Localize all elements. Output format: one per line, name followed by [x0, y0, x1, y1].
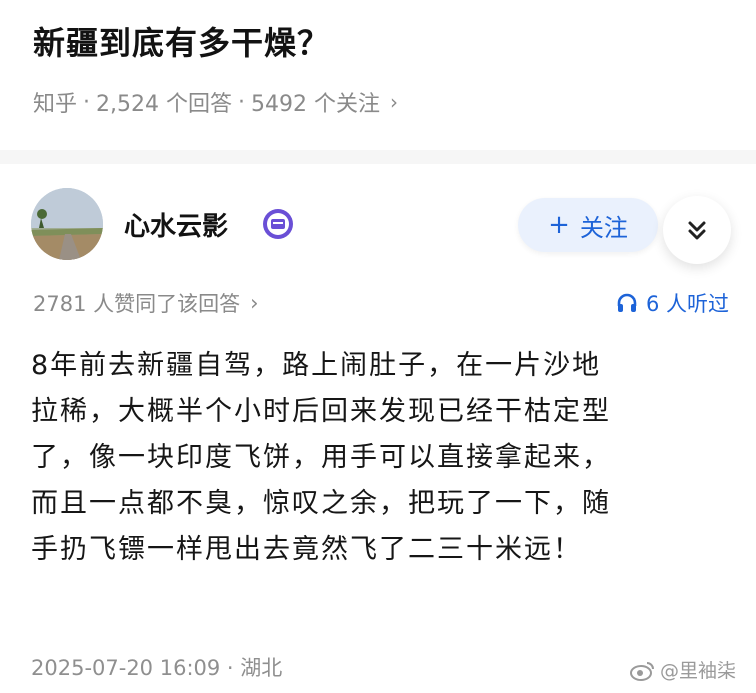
answer-content: 8年前去新疆自驾，路上闹肚子，在一片沙地 拉稀，大概半个小时后回来发现已经干枯定… [31, 350, 611, 565]
follow-label: 关注 [579, 213, 628, 242]
avatar[interactable] [31, 188, 103, 260]
chevron-right-icon: › [250, 291, 259, 315]
follow-button[interactable]: + 关注 [518, 198, 658, 252]
expand-button[interactable] [663, 196, 731, 264]
source-label: 知乎 [33, 92, 78, 117]
listen-text: 6 人听过 [645, 292, 729, 316]
watermark: @里袖柒 [629, 656, 736, 683]
plus-icon: + [548, 210, 570, 240]
verified-badge-icon [262, 208, 294, 240]
headphones-icon [617, 293, 637, 312]
followers-count: 5492 个关注 [251, 92, 380, 117]
watermark-text: @里袖柒 [659, 660, 736, 682]
question-meta[interactable]: 知乎 · 2,524 个回答 · 5492 个关注 › [33, 86, 398, 118]
agree-text: 2781 人赞同了该回答 [33, 292, 241, 316]
avatar-landscape-image [31, 188, 103, 260]
agree-count[interactable]: 2781 人赞同了该回答 › [33, 288, 259, 318]
answer-timestamp: 2025-07-20 16:09 · 湖北 [31, 656, 283, 680]
meta-separator: · [238, 89, 245, 115]
chevron-right-icon: › [389, 90, 398, 114]
listen-count[interactable]: 6 人听过 [616, 288, 729, 318]
answers-count: 2,524 个回答 [96, 92, 232, 117]
double-chevron-down-icon [688, 221, 706, 240]
section-divider [0, 150, 756, 164]
question-title[interactable]: 新疆到底有多干燥？ [33, 18, 330, 64]
author-name[interactable]: 心水云影 [124, 206, 228, 243]
weibo-logo-icon [629, 661, 654, 681]
meta-separator: · [83, 89, 91, 115]
